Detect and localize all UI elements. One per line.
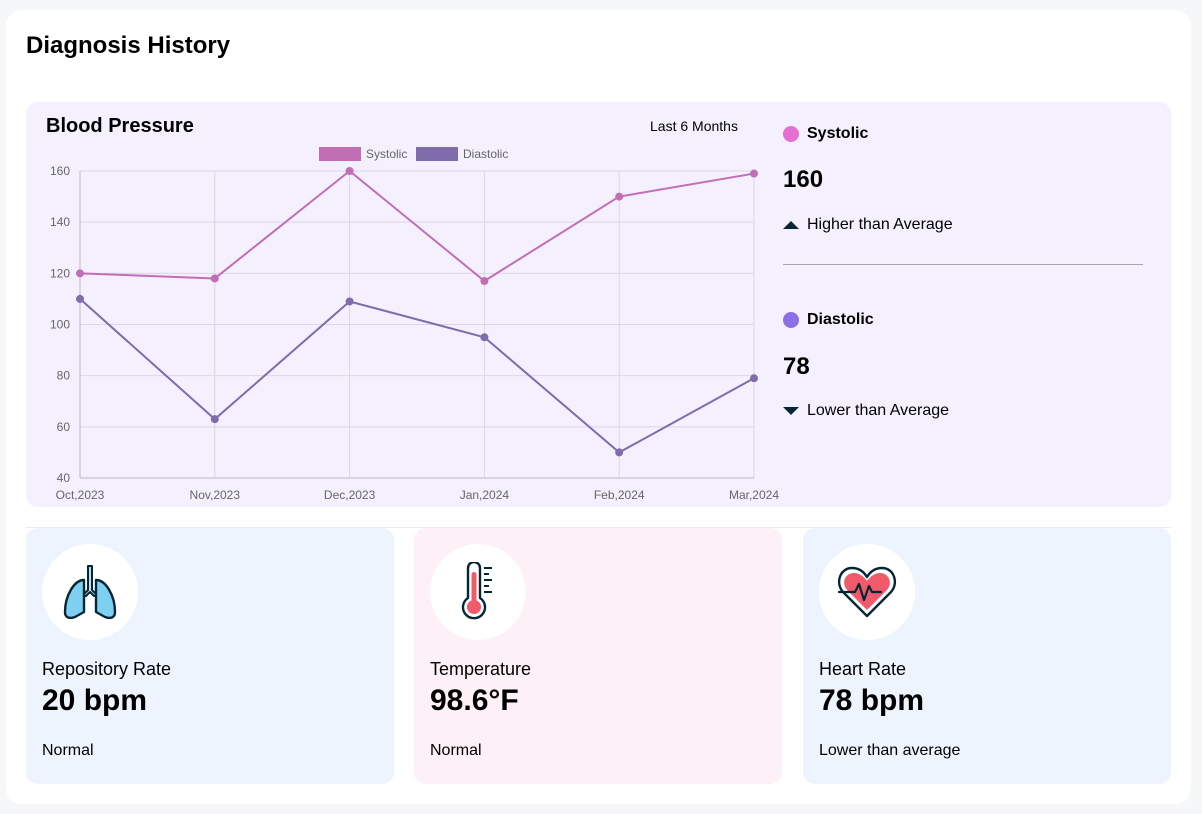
- diastolic-point: [615, 448, 624, 457]
- bp-summary: Systolic 160 Higher than Average Diastol…: [783, 102, 1143, 507]
- systolic-point: [210, 274, 219, 283]
- vital-value: 20 bpm: [42, 684, 148, 717]
- systolic-line: [79, 169, 755, 283]
- systolic-point: [345, 167, 354, 175]
- vital-status: Lower than average: [819, 742, 961, 759]
- page-title: Diagnosis History: [26, 32, 231, 59]
- vital-label: Heart Rate: [819, 659, 907, 679]
- diastolic-value: 78: [783, 353, 810, 380]
- blood-pressure-title: Blood Pressure: [46, 115, 194, 137]
- diastolic-trend: Lower than Average: [783, 402, 949, 420]
- systolic-point: [76, 269, 84, 278]
- temperature-card[interactable]: Temperature 98.6°F Normal: [414, 528, 782, 784]
- systolic-trend-text: Higher than Average: [807, 216, 953, 233]
- legend-swatch-diastolic: [416, 147, 458, 161]
- heart-rate-card[interactable]: Heart Rate 78 bpm Lower than average: [803, 528, 1171, 784]
- x-tick-label: Oct,2023: [56, 488, 105, 502]
- arrow-up-icon: [783, 221, 799, 229]
- systolic-value: 160: [783, 166, 824, 193]
- heart-rate-icon: [819, 544, 915, 640]
- systolic-point: [750, 169, 758, 178]
- y-tick-label: 120: [50, 266, 70, 280]
- blood-pressure-chart: 40 60 80 100 120 140 160 Oct,2023 Nov,2023 Dec,20…: [50, 147, 779, 502]
- systolic-point: [480, 277, 489, 286]
- diastolic-dot-icon: [783, 312, 799, 328]
- x-tick-label: Feb,2024: [594, 488, 645, 502]
- y-tick-label: 100: [50, 318, 70, 332]
- diastolic-label: Diastolic: [807, 311, 874, 328]
- vital-label: Repository Rate: [42, 659, 172, 679]
- systolic-trend: Higher than Average: [783, 216, 953, 234]
- systolic-header: Systolic: [783, 125, 868, 143]
- legend-swatch-systolic: [319, 147, 361, 161]
- diastolic-trend-text: Lower than Average: [807, 402, 950, 419]
- diastolic-header: Diastolic: [783, 311, 874, 329]
- arrow-down-icon: [783, 407, 799, 415]
- y-tick-label: 60: [57, 420, 71, 434]
- range-selector[interactable]: Last 6 Months: [650, 118, 738, 134]
- summary-divider: [783, 264, 1143, 265]
- lungs-icon: [42, 544, 138, 640]
- x-tick-label: Nov,2023: [190, 488, 241, 502]
- vital-label: Temperature: [430, 659, 532, 679]
- diastolic-point: [345, 297, 354, 306]
- legend-label-systolic: Systolic: [366, 147, 407, 161]
- vital-status: Normal: [42, 742, 94, 759]
- systolic-label: Systolic: [807, 125, 869, 142]
- diastolic-point: [480, 333, 489, 342]
- legend-label-diastolic: Diastolic: [463, 147, 508, 161]
- diastolic-point: [750, 374, 758, 383]
- diastolic-point: [210, 415, 219, 424]
- systolic-point: [615, 192, 624, 201]
- blood-pressure-panel: 40 60 80 100 120 140 160 Oct,2023 Nov,2023 Dec,20…: [26, 102, 1171, 507]
- thermometer-icon: [430, 544, 526, 640]
- y-tick-label: 160: [50, 164, 70, 178]
- vital-value: 78 bpm: [819, 684, 925, 717]
- y-tick-label: 40: [57, 471, 71, 485]
- x-tick-label: Jan,2024: [460, 488, 510, 502]
- vital-status: Normal: [430, 742, 482, 759]
- x-tick-label: Mar,2024: [729, 488, 779, 502]
- vital-value: 98.6°F: [430, 684, 519, 717]
- x-tick-label: Dec,2023: [324, 488, 376, 502]
- y-tick-label: 80: [57, 369, 71, 383]
- systolic-dot-icon: [783, 126, 799, 142]
- diastolic-point: [76, 294, 84, 303]
- y-tick-label: 140: [50, 215, 70, 229]
- diagnosis-history-card: Diagnosis History 40 60 80 100 120 140 160 Oct,…: [6, 10, 1191, 804]
- respiratory-rate-card[interactable]: Repository Rate 20 bpm Normal: [26, 528, 394, 784]
